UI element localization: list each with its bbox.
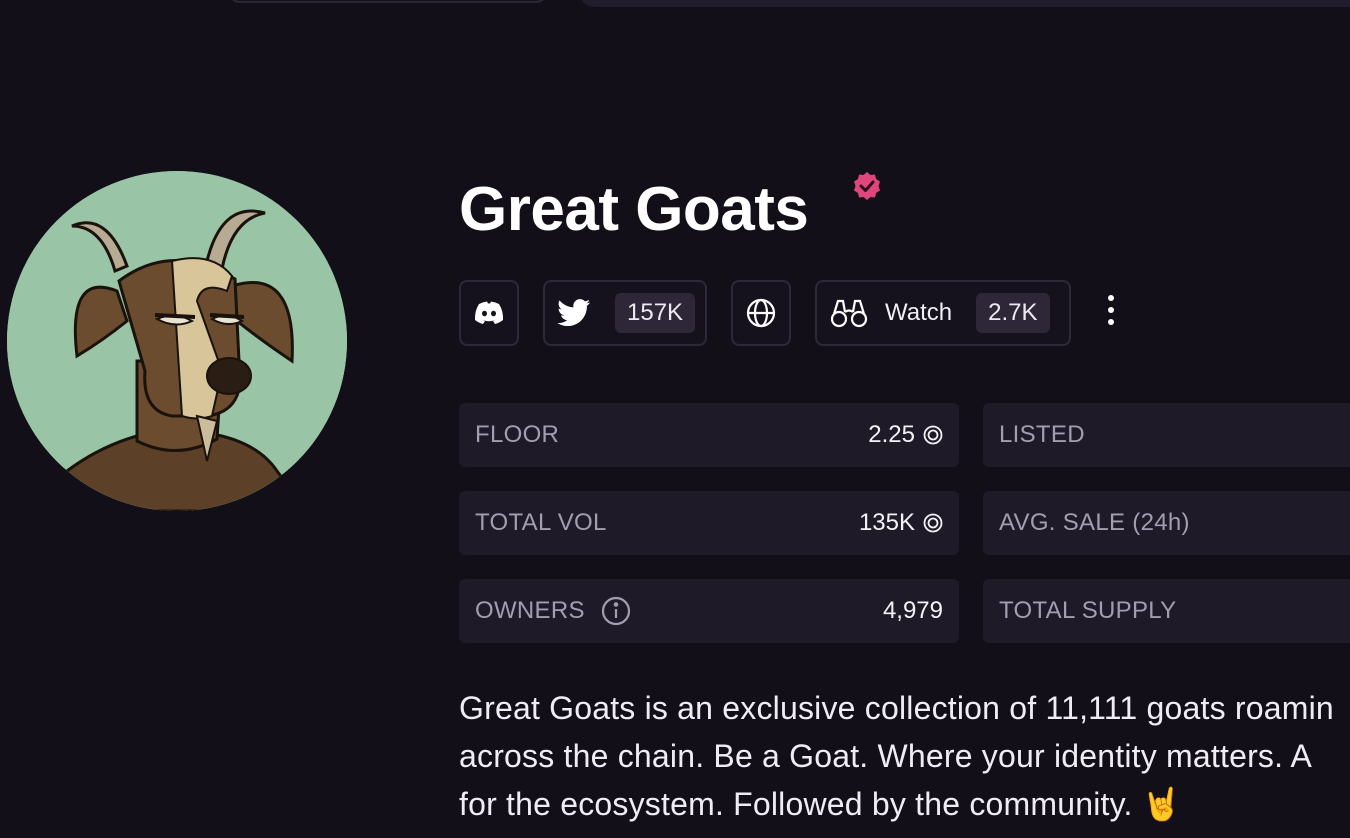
stat-total-vol: TOTAL VOL 135K: [459, 491, 959, 555]
stat-avg-sale-label: AVG. SALE (24h): [999, 509, 1190, 536]
watch-button[interactable]: Watch 2.7K: [815, 280, 1071, 346]
description-line: across the chain. Be a Goat. Where your …: [459, 738, 1313, 774]
collection-description: Great Goats is an exclusive collection o…: [459, 684, 1350, 828]
stat-floor: FLOOR 2.25: [459, 403, 959, 467]
sol-currency-icon: [923, 513, 943, 533]
discord-button[interactable]: [459, 280, 519, 346]
top-nav-bar: [580, 0, 1350, 7]
more-options-button[interactable]: [1096, 290, 1126, 330]
binoculars-icon: [829, 298, 869, 328]
discord-icon: [474, 301, 504, 325]
watch-count: 2.7K: [976, 293, 1050, 333]
collection-page: Great Goats 157K Watch 2.7K FLOOR 2.25 L…: [0, 0, 1350, 838]
twitter-follower-count: 157K: [615, 293, 696, 333]
stat-total-supply: TOTAL SUPPLY: [983, 579, 1350, 643]
stat-floor-value: 2.25: [868, 421, 915, 448]
collection-title: Great Goats: [459, 175, 809, 244]
stat-owners-value: 4,979: [882, 597, 943, 624]
stat-total-supply-label: TOTAL SUPPLY: [999, 597, 1177, 624]
description-line: for the ecosystem. Followed by the commu…: [459, 786, 1182, 822]
stat-floor-label: FLOOR: [475, 421, 560, 448]
info-icon[interactable]: [601, 596, 631, 626]
watch-label: Watch: [885, 299, 953, 326]
website-button[interactable]: [731, 280, 791, 346]
stat-listed: LISTED: [983, 403, 1350, 467]
globe-icon: [746, 298, 776, 328]
kebab-menu-icon: [1108, 295, 1114, 301]
sol-currency-icon: [923, 425, 943, 445]
description-line: Great Goats is an exclusive collection o…: [459, 690, 1334, 726]
stat-avg-sale: AVG. SALE (24h): [983, 491, 1350, 555]
twitter-button[interactable]: 157K: [543, 280, 707, 346]
stat-total-vol-label: TOTAL VOL: [475, 509, 607, 536]
goat-avatar-image: [7, 171, 347, 511]
stat-total-vol-value: 135K: [858, 509, 915, 536]
stat-owners: OWNERS 4,979: [459, 579, 959, 643]
stat-owners-label: OWNERS: [475, 597, 585, 624]
collection-avatar: [7, 171, 347, 511]
twitter-icon: [557, 299, 591, 327]
stat-listed-label: LISTED: [999, 421, 1085, 448]
search-bar[interactable]: [228, 0, 548, 3]
verified-badge-icon: [854, 172, 880, 200]
